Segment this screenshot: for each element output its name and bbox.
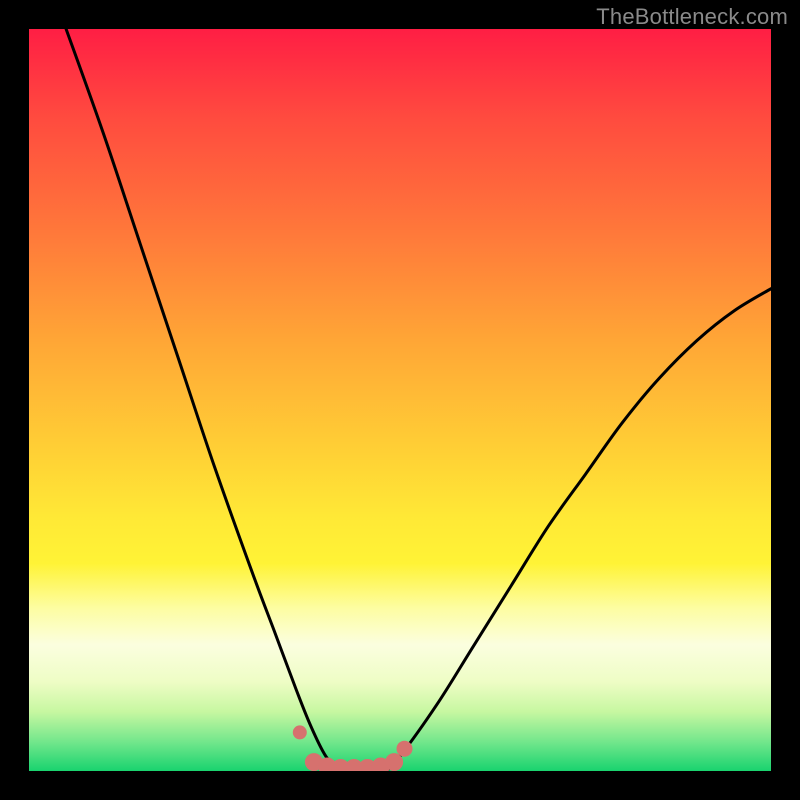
trough-marker-dot (293, 725, 307, 739)
trough-marker-dot (385, 753, 403, 771)
chart-frame: TheBottleneck.com (0, 0, 800, 800)
bottleneck-curve (66, 29, 771, 771)
attribution-text: TheBottleneck.com (596, 4, 788, 30)
trough-marker-dot (397, 741, 413, 757)
plot-svg (29, 29, 771, 771)
plot-area (29, 29, 771, 771)
trough-markers (293, 725, 413, 771)
